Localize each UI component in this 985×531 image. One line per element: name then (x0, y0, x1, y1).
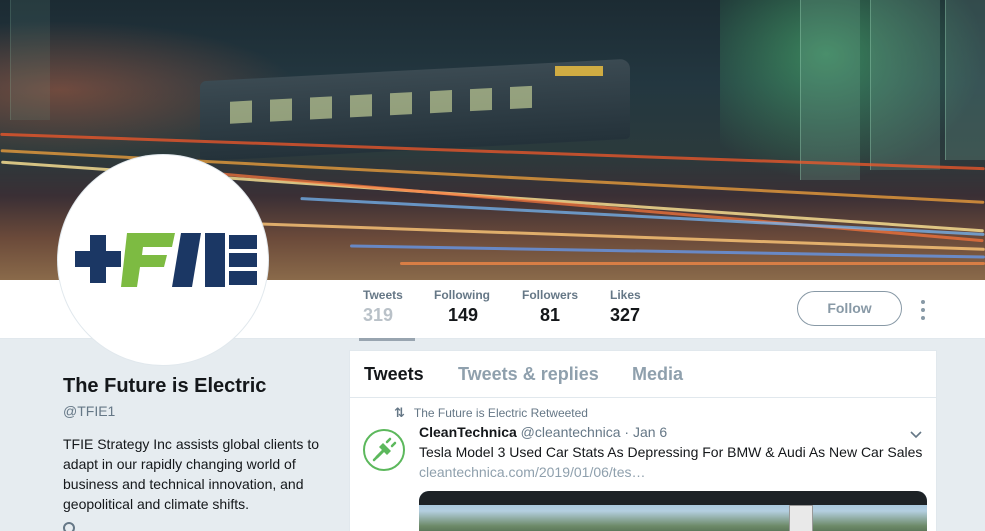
plug-icon (372, 437, 397, 462)
follow-button[interactable]: Follow (797, 291, 902, 326)
profile-handle[interactable]: @TFIE1 (63, 403, 115, 419)
tab-tweets-replies[interactable]: Tweets & replies (458, 364, 599, 385)
stat-label: Likes (610, 288, 641, 302)
stat-value: 319 (363, 305, 394, 325)
tab-tweets[interactable]: Tweets (364, 364, 424, 385)
retweet-icon: ⇅ (394, 405, 405, 420)
stat-value: 149 (448, 305, 479, 325)
stat-followers[interactable]: Followers 81 (522, 288, 578, 326)
stat-value: 327 (610, 305, 641, 325)
tweet-media-card[interactable] (419, 491, 927, 531)
tweet-author-name[interactable]: CleanTechnica (419, 424, 517, 440)
timeline: Tweets Tweets & replies Media ⇅ The Futur… (349, 350, 937, 531)
tweet-author-avatar[interactable] (363, 429, 405, 471)
tweet-timestamp[interactable]: · Jan 6 (624, 424, 667, 440)
tweet-header: CleanTechnica @cleantechnica · Jan 6 (419, 424, 667, 440)
location-icon (63, 522, 75, 531)
stat-tweets[interactable]: Tweets 319 (359, 288, 415, 341)
profile-bio: TFIE Strategy Inc assists global clients… (63, 436, 319, 512)
tweet-author-handle[interactable]: @cleantechnica (521, 424, 621, 440)
vertical-dots-icon[interactable] (915, 298, 931, 322)
stat-following[interactable]: Following 149 (434, 288, 490, 326)
tweet-text: Tesla Model 3 Used Car Stats As Depressi… (419, 444, 923, 460)
tweet-link[interactable]: cleantechnica.com/2019/01/06/tes… (419, 464, 645, 480)
stat-label: Followers (522, 288, 579, 302)
tfie-logo (71, 225, 261, 300)
stat-likes[interactable]: Likes 327 (610, 288, 641, 326)
stat-value: 81 (540, 305, 561, 325)
chevron-down-icon[interactable] (910, 427, 922, 439)
profile-avatar[interactable] (58, 155, 268, 365)
stat-label: Tweets (363, 288, 403, 302)
stat-label: Following (434, 288, 490, 302)
retweet-context-text[interactable]: The Future is Electric Retweeted (414, 406, 588, 420)
timeline-tabs: Tweets Tweets & replies Media (350, 351, 936, 398)
tab-media[interactable]: Media (632, 364, 683, 385)
profile-name: The Future is Electric (63, 375, 267, 397)
retweet-context: ⇅ The Future is Electric Retweeted (394, 405, 588, 421)
